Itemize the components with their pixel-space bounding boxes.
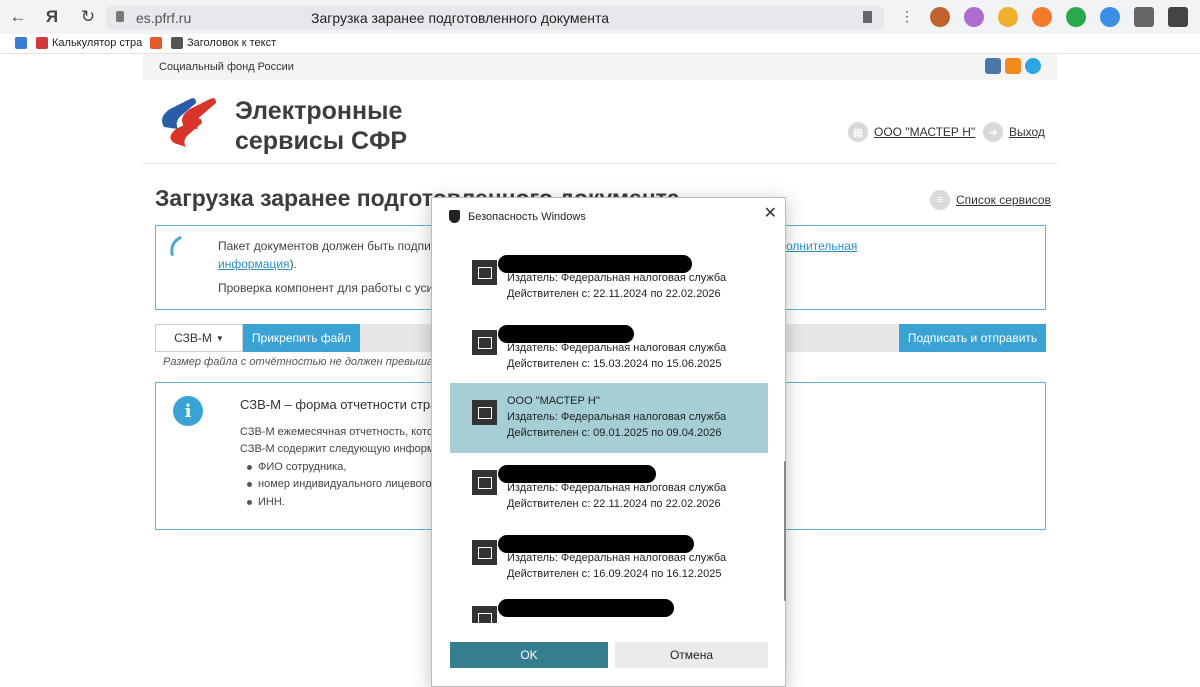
lock-icon [116, 11, 124, 22]
windows-security-dialog: Безопасность Windows ✕ Издатель: Федерал… [431, 197, 786, 687]
certificate-list[interactable]: Издатель: Федеральная налоговая служба Д… [450, 243, 768, 623]
sfr-logo-icon[interactable] [156, 97, 220, 149]
site-top-bar: Социальный фонд России [143, 54, 1057, 80]
list-item: ИНН. [247, 496, 285, 508]
redacted-name [498, 255, 692, 273]
close-icon[interactable]: ✕ [764, 203, 777, 223]
redacted-name [498, 535, 694, 553]
dialog-title: Безопасность Windows [468, 211, 586, 223]
alice-icon[interactable] [964, 7, 984, 27]
info-line: СЗВ-М ежемесячная отчетность, которую [240, 426, 453, 438]
attach-file-button[interactable]: Прикрепить файл [243, 324, 360, 352]
file-size-note: Размер файла с отчётностью не должен пре… [163, 356, 458, 368]
browser-toolbar: ← Я ↻ es.pfrf.ru Загрузка заранее подгот… [0, 0, 1200, 34]
menu-dots-icon[interactable]: ⋮ [900, 8, 914, 25]
certificate-item[interactable]: Издатель: Федеральная налоговая служба Д… [450, 313, 768, 383]
dots-app-icon[interactable] [998, 7, 1018, 27]
bookmark-icon[interactable] [863, 11, 872, 23]
profile-icon[interactable] [1168, 7, 1188, 27]
logout-icon: ➜ [983, 122, 1003, 142]
bookmark-pdf-icon[interactable] [150, 37, 162, 49]
scrollbar[interactable] [784, 461, 786, 601]
certificate-icon [472, 470, 497, 495]
cert-validity: Действителен с: 16.09.2024 по 16.12.2025 [507, 568, 722, 580]
certificate-icon [472, 400, 497, 425]
info-link[interactable]: информация [218, 257, 290, 271]
certificate-item[interactable]: Издатель: Федеральная налоговая служба Д… [450, 243, 768, 313]
info-heading: СЗВ-М – форма отчетности страхов [240, 397, 458, 412]
notice-text: Пакет документов должен быть подпис [218, 239, 437, 253]
cert-validity: Действителен с: 22.11.2024 по 22.02.2026 [507, 288, 721, 300]
cert-validity: Действителен с: 09.01.2025 по 09.04.2026 [507, 427, 722, 439]
yandex-icon[interactable]: Я [40, 5, 64, 29]
certificate-icon [472, 540, 497, 565]
back-arrow-icon[interactable]: ← [6, 5, 30, 29]
certificate-item[interactable]: Издатель: Федеральная налоговая служба Д… [450, 523, 768, 593]
user-link[interactable]: ▦ ООО "МАСТЕР Н" [848, 122, 975, 142]
url-text: es.pfrf.ru [136, 10, 192, 26]
notice-link-tail[interactable]: олнительная [786, 239, 857, 253]
certificate-icon [472, 606, 497, 623]
cert-validity: Действителен с: 15.03.2024 по 15.06.2025 [507, 358, 722, 370]
bookmark-doc-icon[interactable] [15, 37, 27, 49]
address-bar[interactable]: es.pfrf.ru Загрузка заранее подготовленн… [106, 6, 884, 30]
form-type-select[interactable]: СЗВ-М ▼ [155, 324, 243, 352]
cert-name: ООО "МАСТЕР Н" [507, 395, 600, 407]
bookmarks-bar: Калькулятор стра Заголовок к текст [0, 34, 1200, 54]
list-item: ФИО сотрудника, [246, 461, 347, 473]
fire-extension-icon[interactable] [1032, 7, 1052, 27]
extension-icon[interactable] [930, 7, 950, 27]
cert-issuer: Издатель: Федеральная налоговая служба [507, 482, 727, 494]
bookmark-calculator[interactable]: Калькулятор стра [36, 37, 142, 49]
info-icon: i [173, 396, 203, 426]
info-line: СЗВ-М содержит следующую информаци [240, 443, 454, 455]
loading-icon [165, 235, 187, 257]
building-icon: ▦ [848, 122, 868, 142]
brand-title: Электронные сервисы СФР [235, 97, 408, 155]
certificate-item-selected[interactable]: ООО "МАСТЕР Н" Издатель: Федеральная нал… [450, 383, 768, 453]
cancel-button[interactable]: Отмена [615, 642, 768, 668]
certificate-item[interactable] [450, 593, 768, 623]
ok-icon[interactable] [1005, 58, 1021, 74]
list-icon: ≡ [930, 190, 950, 210]
redacted-name [498, 325, 634, 343]
redacted-name [498, 599, 674, 617]
services-link[interactable]: ≡ Список сервисов [930, 190, 1051, 210]
cert-issuer: Издатель: Федеральная налоговая служба [507, 552, 727, 564]
cert-issuer: Издатель: Федеральная налоговая служба [507, 411, 727, 423]
certificate-icon [472, 330, 497, 355]
shield-icon [449, 210, 460, 223]
cert-issuer: Издатель: Федеральная налоговая служба [507, 272, 727, 284]
download-icon[interactable] [1066, 7, 1086, 27]
bookmark-heading[interactable]: Заголовок к текст [171, 37, 276, 49]
notice-link-line: информация). [218, 257, 297, 271]
ok-button[interactable]: OK [450, 642, 608, 668]
reload-icon[interactable]: ↻ [76, 5, 100, 29]
vk-icon[interactable] [985, 58, 1001, 74]
telegram-icon[interactable] [1025, 58, 1041, 74]
header-divider [143, 163, 1057, 164]
logout-link[interactable]: ➜ Выход [983, 122, 1045, 142]
sign-send-button[interactable]: Подписать и отправить [899, 324, 1046, 352]
check-components-text: Проверка компонент для работы с усиленн [218, 281, 461, 295]
certificate-icon [472, 260, 497, 285]
sidebar-icon[interactable] [1134, 7, 1154, 27]
list-item: номер индивидуального лицевого [247, 478, 432, 490]
certificate-item[interactable]: Издатель: Федеральная налоговая служба Д… [450, 453, 768, 523]
tab-title: Загрузка заранее подготовленного докумен… [311, 10, 610, 26]
cert-issuer: Издатель: Федеральная налоговая служба [507, 342, 727, 354]
redacted-name [498, 465, 656, 483]
cert-validity: Действителен с: 22.11.2024 по 22.02.2026 [507, 498, 721, 510]
translate-icon[interactable] [1100, 7, 1120, 27]
fund-name: Социальный фонд России [159, 61, 294, 73]
